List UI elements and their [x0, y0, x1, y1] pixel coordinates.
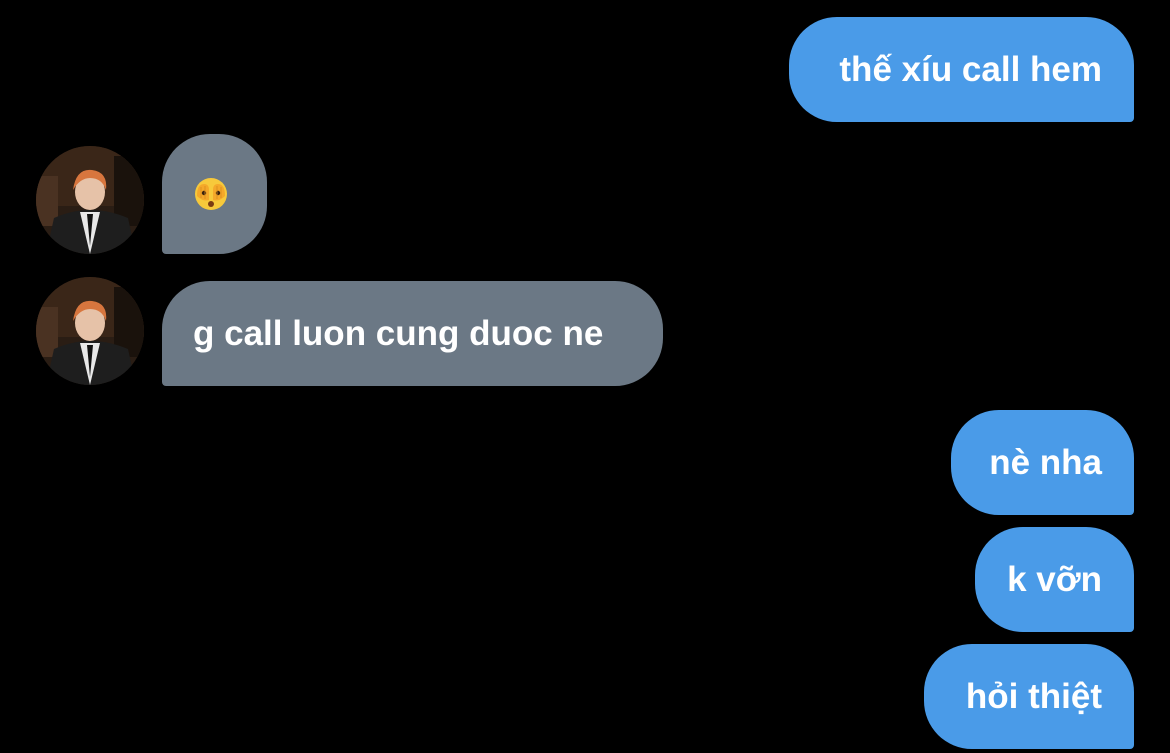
contact-photo-avatar — [36, 146, 144, 254]
message-bubble-incoming[interactable] — [162, 134, 267, 254]
message-bubble-outgoing[interactable]: nè nha — [951, 410, 1134, 515]
message-text: nè nha — [989, 442, 1102, 482]
message-text: g call luon cung duoc ne — [193, 313, 604, 353]
message-text: thế xíu call hem — [839, 49, 1102, 89]
message-bubble-outgoing[interactable]: k vỡn — [975, 527, 1134, 632]
contact-avatar[interactable] — [36, 277, 144, 385]
message-bubble-outgoing[interactable]: hỏi thiệt — [924, 644, 1134, 749]
contact-avatar[interactable] — [36, 146, 144, 254]
message-text: hỏi thiệt — [965, 676, 1102, 716]
contact-photo-avatar — [36, 277, 144, 385]
message-bubble-incoming[interactable]: g call luon cung duoc ne — [162, 281, 663, 386]
face-with-peeking-eye-icon — [193, 176, 229, 212]
message-thread: thế xíu call hem g call luon cung duoc n… — [0, 0, 1170, 753]
message-text: k vỡn — [1007, 559, 1102, 599]
message-bubble-outgoing[interactable]: thế xíu call hem — [789, 17, 1134, 122]
